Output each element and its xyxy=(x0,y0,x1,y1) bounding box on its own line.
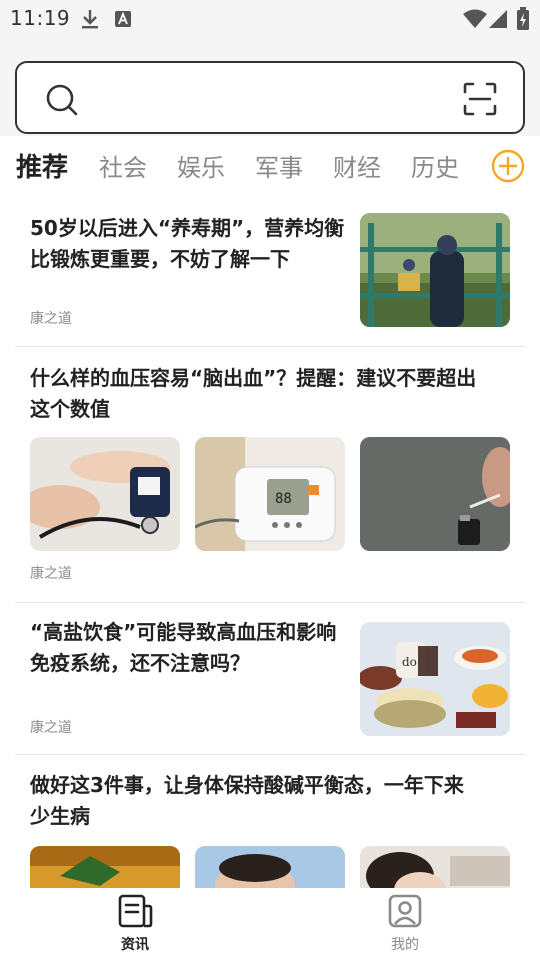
article-title: 做好这3件事，让身体保持酸碱平衡态，一年下来 少生病 xyxy=(30,773,464,828)
status-time: 11:19 xyxy=(10,6,71,30)
article-thumbnail[interactable] xyxy=(360,846,510,888)
article-card[interactable]: “高盐饮食”可能导致高血压和影响 免疫系统，还不注意吗？ 康之道 do xyxy=(15,603,525,755)
search-icon[interactable] xyxy=(45,83,79,121)
signal-icon xyxy=(488,9,508,33)
news-icon xyxy=(117,894,153,932)
add-channel-icon[interactable] xyxy=(490,148,526,188)
article-card[interactable]: 50岁以后进入“养寿期”，营养均衡 比锻炼更重要，不妨了解一下 康之道 xyxy=(15,196,525,347)
article-source: 康之道 xyxy=(30,566,72,582)
download-icon xyxy=(80,8,100,34)
tab-recommend[interactable]: 推荐 xyxy=(16,147,68,184)
tab-history[interactable]: 历史 xyxy=(411,148,459,183)
svg-text:88: 88 xyxy=(275,491,292,507)
scan-icon[interactable] xyxy=(463,82,497,120)
a-badge-icon xyxy=(114,10,132,32)
status-bar: 11:19 xyxy=(0,0,540,40)
profile-icon xyxy=(387,894,423,932)
tab-finance[interactable]: 财经 xyxy=(333,148,381,183)
article-title: 50岁以后进入“养寿期”，营养均衡 比锻炼更重要，不妨了解一下 xyxy=(30,216,345,271)
nav-profile-label: 我的 xyxy=(391,937,419,953)
tab-military[interactable]: 军事 xyxy=(255,148,303,183)
nav-news[interactable]: 资讯 xyxy=(95,894,175,954)
article-source: 康之道 xyxy=(30,720,72,736)
article-thumbnail[interactable] xyxy=(360,437,510,551)
article-thumbnail[interactable]: do xyxy=(360,622,510,736)
article-thumbnail[interactable] xyxy=(195,846,345,888)
nav-profile[interactable]: 我的 xyxy=(365,894,445,954)
battery-icon xyxy=(516,7,530,35)
svg-text:do: do xyxy=(402,655,417,669)
article-title: “高盐饮食”可能导致高血压和影响 免疫系统，还不注意吗？ xyxy=(30,620,337,675)
article-card[interactable]: 做好这3件事，让身体保持酸碱平衡态，一年下来 少生病 xyxy=(15,755,525,888)
nav-news-label: 资讯 xyxy=(121,937,149,953)
article-thumbnail[interactable]: 88 xyxy=(195,437,345,551)
article-thumbnail[interactable] xyxy=(30,437,180,551)
article-thumbnail[interactable] xyxy=(360,213,510,327)
article-title: 什么样的血压容易“脑出血”？提醒：建议不要超出 这个数值 xyxy=(30,366,477,421)
tab-entertainment[interactable]: 娱乐 xyxy=(177,148,225,183)
article-card[interactable]: 什么样的血压容易“脑出血”？提醒：建议不要超出 这个数值 88 康之道 xyxy=(15,347,525,603)
wifi-icon xyxy=(462,9,488,33)
article-source: 康之道 xyxy=(30,311,72,327)
search-bar[interactable] xyxy=(15,61,525,134)
article-thumbnail[interactable] xyxy=(30,846,180,888)
bottom-nav: 资讯 我的 xyxy=(0,888,540,960)
news-feed[interactable]: 50岁以后进入“养寿期”，营养均衡 比锻炼更重要，不妨了解一下 康之道 什么样的… xyxy=(0,196,540,888)
tab-society[interactable]: 社会 xyxy=(99,148,147,183)
category-tabs: 推荐 社会 娱乐 军事 财经 历史 xyxy=(0,136,540,196)
